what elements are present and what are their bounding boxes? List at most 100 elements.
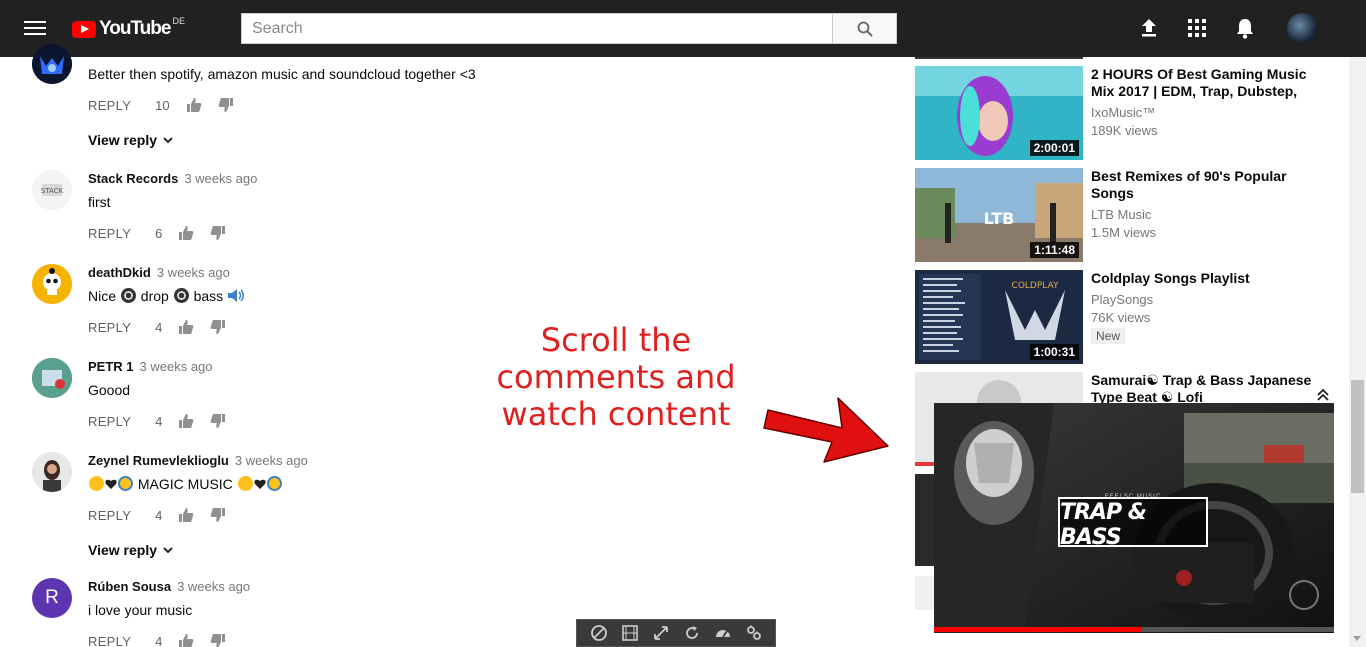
thumbs-up-icon[interactable] (178, 413, 194, 429)
page-scrollbar[interactable] (1349, 57, 1366, 647)
black-heart-emoji-icon (105, 479, 117, 489)
view-reply-button[interactable]: View reply (88, 132, 848, 148)
comment-author[interactable]: Stack Records (88, 171, 178, 186)
comment-avatar[interactable]: R (32, 578, 72, 618)
comment-avatar[interactable] (32, 452, 72, 492)
thumbs-down-icon[interactable] (210, 507, 226, 523)
reply-button[interactable]: REPLY (88, 98, 131, 113)
video-views: 1.5M views (1091, 225, 1157, 240)
new-badge: New (1091, 328, 1126, 344)
related-video[interactable]: LTB 1:11:48 Best Remixes of 90's Popular… (915, 168, 1340, 262)
heart-eyes-emoji-icon (89, 476, 104, 491)
comment-time[interactable]: 3 weeks ago (235, 453, 308, 468)
hidden-progress-edge (915, 462, 934, 466)
view-reply-label: View reply (88, 132, 158, 148)
thumbs-down-icon[interactable] (210, 633, 226, 647)
upload-icon[interactable] (1137, 16, 1161, 40)
video-title[interactable]: Coldplay Songs Playlist (1091, 270, 1331, 287)
like-count: 4 (155, 319, 163, 335)
related-video[interactable]: COLDPLAY 1:00:31 Coldplay Songs Playlist… (915, 270, 1340, 364)
comment-time[interactable]: 3 weeks ago (157, 265, 230, 280)
settings-icon[interactable] (745, 624, 763, 642)
comment-text: first (88, 194, 111, 210)
red-arrow-icon (763, 397, 889, 463)
comment-avatar[interactable] (32, 264, 72, 304)
youtube-logo[interactable]: YouTube DE (72, 16, 185, 41)
comment-author[interactable]: deathDkid (88, 265, 151, 280)
bell-icon[interactable] (1233, 16, 1257, 40)
reply-button[interactable]: REPLY (88, 226, 131, 241)
avatar-letter: R (45, 587, 59, 608)
search-icon (857, 21, 873, 37)
logo-main-text: TRAP & BASS (1060, 500, 1147, 550)
like-count: 10 (155, 97, 170, 113)
comment-text-part: Nice (88, 288, 120, 304)
comment-avatar[interactable] (32, 358, 72, 398)
thumbs-down-icon[interactable] (218, 97, 234, 113)
trap-bass-logo: FEELSC MUSIC TRAP & BASS (1058, 494, 1208, 550)
mini-player[interactable]: FEELSC MUSIC TRAP & BASS (934, 403, 1334, 633)
video-duration: 2:00:01 (1029, 140, 1079, 156)
thumbs-up-icon[interactable] (178, 507, 194, 523)
comment-time[interactable]: 3 weeks ago (140, 359, 213, 374)
account-avatar[interactable] (1287, 13, 1318, 44)
like-count: 4 (155, 413, 163, 429)
comment-time[interactable]: 3 weeks ago (177, 579, 250, 594)
video-duration: 1:11:48 (1030, 242, 1079, 258)
screaming-emoji-icon (266, 476, 282, 491)
thumbs-down-icon[interactable] (210, 413, 226, 429)
floating-toolbar (576, 619, 776, 647)
comment-author[interactable]: Zeynel Rumevleklioglu (88, 453, 229, 468)
thumbs-down-icon[interactable] (210, 225, 226, 241)
screaming-emoji-icon (118, 476, 133, 491)
comment-author[interactable]: PETR 1 (88, 359, 134, 374)
video-channel[interactable]: PlaySongs (1091, 292, 1331, 307)
video-title[interactable]: 2 HOURS Of Best Gaming Music Mix 2017 | … (1091, 66, 1331, 100)
comment-text: MAGIC MUSIC (88, 474, 848, 494)
prev-thumb-edge (915, 57, 1083, 59)
thumbs-up-icon[interactable] (178, 633, 194, 647)
comment-author[interactable]: Rúben Sousa (88, 579, 171, 594)
video-channel[interactable]: LTB Music (1091, 207, 1331, 222)
menu-icon[interactable] (22, 17, 48, 39)
thumbs-up-icon[interactable] (178, 319, 194, 335)
scrollbar-thumb[interactable] (1351, 380, 1364, 493)
logo-region: DE (172, 16, 185, 26)
search-input[interactable] (241, 13, 833, 44)
thumbs-up-icon[interactable] (186, 97, 202, 113)
reply-button[interactable]: REPLY (88, 508, 131, 523)
reply-button[interactable]: REPLY (88, 320, 131, 335)
thumbs-up-icon[interactable] (178, 225, 194, 241)
reply-button[interactable]: REPLY (88, 634, 131, 647)
black-heart-emoji-icon (254, 479, 266, 489)
video-title[interactable]: Samurai☯ Trap & Bass Japanese Type Beat … (1091, 372, 1331, 406)
thumbs-down-icon[interactable] (210, 319, 226, 335)
comment-avatar[interactable] (32, 44, 72, 84)
search-button[interactable] (833, 13, 897, 44)
chevron-down-icon (163, 547, 173, 554)
hidden-button-edge (915, 576, 934, 610)
hidden-thumb-edge (915, 474, 934, 566)
refresh-icon[interactable] (683, 624, 701, 642)
block-icon[interactable] (590, 624, 608, 642)
video-thumbnail[interactable]: LTB 1:11:48 (915, 168, 1083, 262)
heart-eyes-emoji-icon (237, 476, 253, 491)
reply-button[interactable]: REPLY (88, 414, 131, 429)
related-video[interactable]: 2:00:01 2 HOURS Of Best Gaming Music Mix… (915, 66, 1340, 160)
film-icon[interactable] (621, 624, 639, 642)
comment-avatar[interactable]: STACK (32, 170, 72, 210)
video-thumbnail[interactable]: COLDPLAY 1:00:31 (915, 270, 1083, 364)
expand-icon[interactable] (652, 624, 670, 642)
comment-time[interactable]: 3 weeks ago (184, 171, 257, 186)
video-thumbnail[interactable]: 2:00:01 (915, 66, 1083, 160)
video-title[interactable]: Best Remixes of 90's Popular Songs (1091, 168, 1331, 202)
scroll-down-arrow-icon[interactable] (1353, 636, 1361, 641)
comment-text-part: bass (189, 288, 228, 304)
view-reply-button[interactable]: View reply (88, 542, 848, 558)
annotation-line: Scroll the (540, 321, 692, 359)
speed-icon[interactable] (714, 624, 732, 642)
video-channel[interactable]: IxoMusic™ (1091, 105, 1331, 120)
comment-text: Better then spotify, amazon music and so… (88, 66, 476, 82)
chevron-up-icon[interactable] (1316, 388, 1330, 402)
apps-icon[interactable] (1185, 16, 1209, 40)
